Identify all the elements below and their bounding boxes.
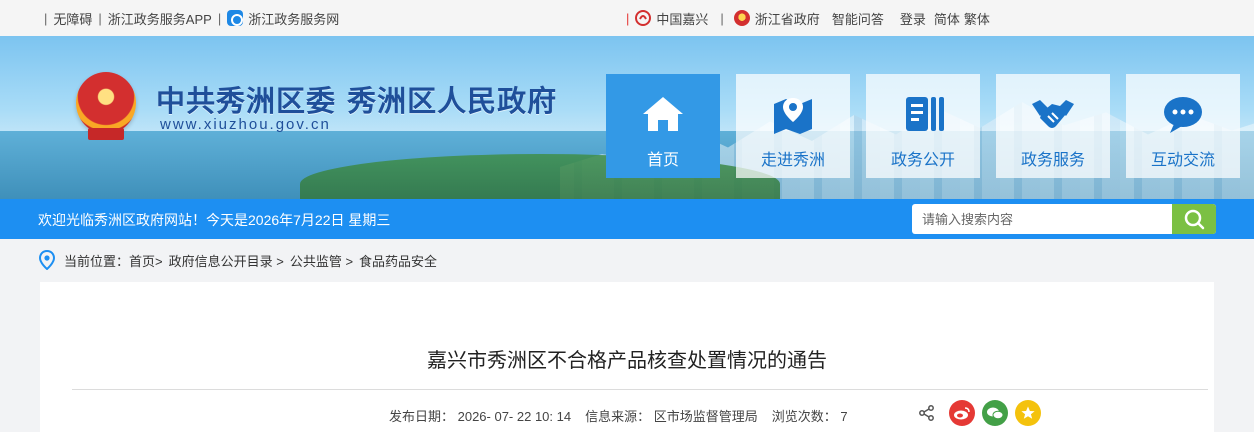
wechat-icon bbox=[987, 407, 1004, 420]
party-emblem-logo[interactable] bbox=[76, 72, 136, 140]
chat-icon bbox=[1164, 97, 1202, 133]
top-utility-bar: | 无障碍 | 浙江政务服务APP | 浙江政务服务网 | 中国嘉兴 | 浙江省… bbox=[0, 0, 1254, 36]
publish-date: 发布日期： 2026- 07- 22 10: 14 bbox=[389, 409, 572, 424]
smart-qa-link[interactable]: 智能问答 bbox=[832, 9, 884, 28]
title-divider bbox=[72, 389, 1208, 390]
nav-label: 走进秀洲 bbox=[760, 152, 825, 169]
nav-label: 互动交流 bbox=[1150, 152, 1215, 169]
share-icon[interactable] bbox=[918, 404, 936, 422]
separator: | bbox=[626, 10, 630, 26]
nav-gov-services[interactable]: 政务服务 bbox=[996, 74, 1110, 178]
login-link[interactable]: 登录 bbox=[900, 9, 926, 28]
breadcrumb-food-drug-safety[interactable]: 食品药品安全 bbox=[359, 251, 437, 270]
jiaxing-logo-icon bbox=[635, 10, 652, 26]
zhejiang-gov-link[interactable]: 浙江省政府 bbox=[733, 9, 820, 28]
service-net-link[interactable]: 浙江政务服务网 bbox=[248, 9, 339, 28]
view-count: 浏览次数： 7 bbox=[771, 409, 848, 424]
site-url: www.xiuzhou.gov.cn bbox=[160, 116, 331, 133]
nav-label: 政务公开 bbox=[890, 152, 955, 169]
map-pin-icon bbox=[774, 98, 812, 134]
simplified-chinese-link[interactable]: 简体 bbox=[934, 9, 960, 28]
jiaxing-link[interactable]: 中国嘉兴 bbox=[635, 9, 708, 28]
zhejiang-app-link[interactable]: 浙江政务服务APP bbox=[108, 9, 212, 28]
separator: | bbox=[217, 10, 222, 26]
breadcrumb-home[interactable]: 首页> bbox=[129, 251, 163, 270]
article-meta: 发布日期： 2026- 07- 22 10: 14 信息来源： 区市场监督管理局… bbox=[389, 406, 848, 425]
add-favorite-button[interactable] bbox=[1015, 400, 1041, 426]
share-bar bbox=[918, 400, 1041, 426]
search-button[interactable] bbox=[1172, 204, 1216, 234]
national-emblem-icon bbox=[733, 10, 750, 26]
nav-label: 政务服务 bbox=[1020, 152, 1085, 169]
weibo-icon bbox=[954, 407, 970, 420]
article-title: 嘉兴市秀洲区不合格产品核查处置情况的通告 bbox=[427, 350, 827, 372]
zhejiang-gov-label: 浙江省政府 bbox=[754, 11, 820, 27]
info-source: 信息来源： 区市场监督管理局 bbox=[585, 409, 758, 424]
separator: | bbox=[44, 10, 48, 26]
separator: | bbox=[720, 10, 724, 26]
service-net-icon bbox=[227, 10, 244, 26]
nav-about-xiuzhou[interactable]: 走进秀洲 bbox=[736, 74, 850, 178]
nav-label: 首页 bbox=[646, 152, 679, 169]
article-panel: 嘉兴市秀洲区不合格产品核查处置情况的通告 发布日期： 2026- 07- 22 … bbox=[40, 282, 1214, 432]
search-box bbox=[912, 204, 1216, 234]
document-icon bbox=[906, 97, 944, 131]
header-banner: 中共秀洲区委 秀洲区人民政府 www.xiuzhou.gov.cn 首页 走进秀… bbox=[0, 36, 1254, 199]
accessibility-link[interactable]: 无障碍 bbox=[53, 9, 92, 28]
breadcrumb: 当前位置： 首页> 政府信息公开目录 > 公共监管 > 食品药品安全 bbox=[38, 250, 437, 270]
location-pin-icon bbox=[38, 250, 56, 270]
search-input[interactable] bbox=[912, 204, 1172, 234]
breadcrumb-public-supervision[interactable]: 公共监管 > bbox=[290, 251, 353, 270]
site-title[interactable]: 中共秀洲区委 秀洲区人民政府 bbox=[156, 78, 557, 120]
traditional-chinese-link[interactable]: 繁体 bbox=[964, 9, 990, 28]
share-weibo-button[interactable] bbox=[949, 400, 975, 426]
breadcrumb-info-catalog[interactable]: 政府信息公开目录 > bbox=[169, 251, 284, 270]
topbar-right: | 中国嘉兴 | 浙江省政府 智能问答 登录 简体 繁体 bbox=[626, 0, 1002, 36]
nav-interaction[interactable]: 互动交流 bbox=[1126, 74, 1240, 178]
handshake-icon bbox=[1032, 100, 1074, 128]
topbar-left: | 无障碍 | 浙江政务服务APP | 浙江政务服务网 bbox=[38, 0, 339, 36]
nav-home[interactable]: 首页 bbox=[606, 74, 720, 178]
home-icon bbox=[643, 97, 683, 131]
welcome-bar: 欢迎光临秀洲区政府网站！今天是2026年7月22日 星期三 bbox=[0, 199, 1254, 239]
star-icon bbox=[1021, 406, 1035, 419]
breadcrumb-label: 当前位置： bbox=[64, 253, 130, 269]
jiaxing-label: 中国嘉兴 bbox=[656, 11, 709, 27]
nav-gov-affairs-open[interactable]: 政务公开 bbox=[866, 74, 980, 178]
share-wechat-button[interactable] bbox=[982, 400, 1008, 426]
welcome-text: 欢迎光临秀洲区政府网站！今天是2026年7月22日 星期三 bbox=[38, 212, 391, 228]
separator: | bbox=[98, 10, 102, 26]
search-icon bbox=[1184, 209, 1205, 230]
